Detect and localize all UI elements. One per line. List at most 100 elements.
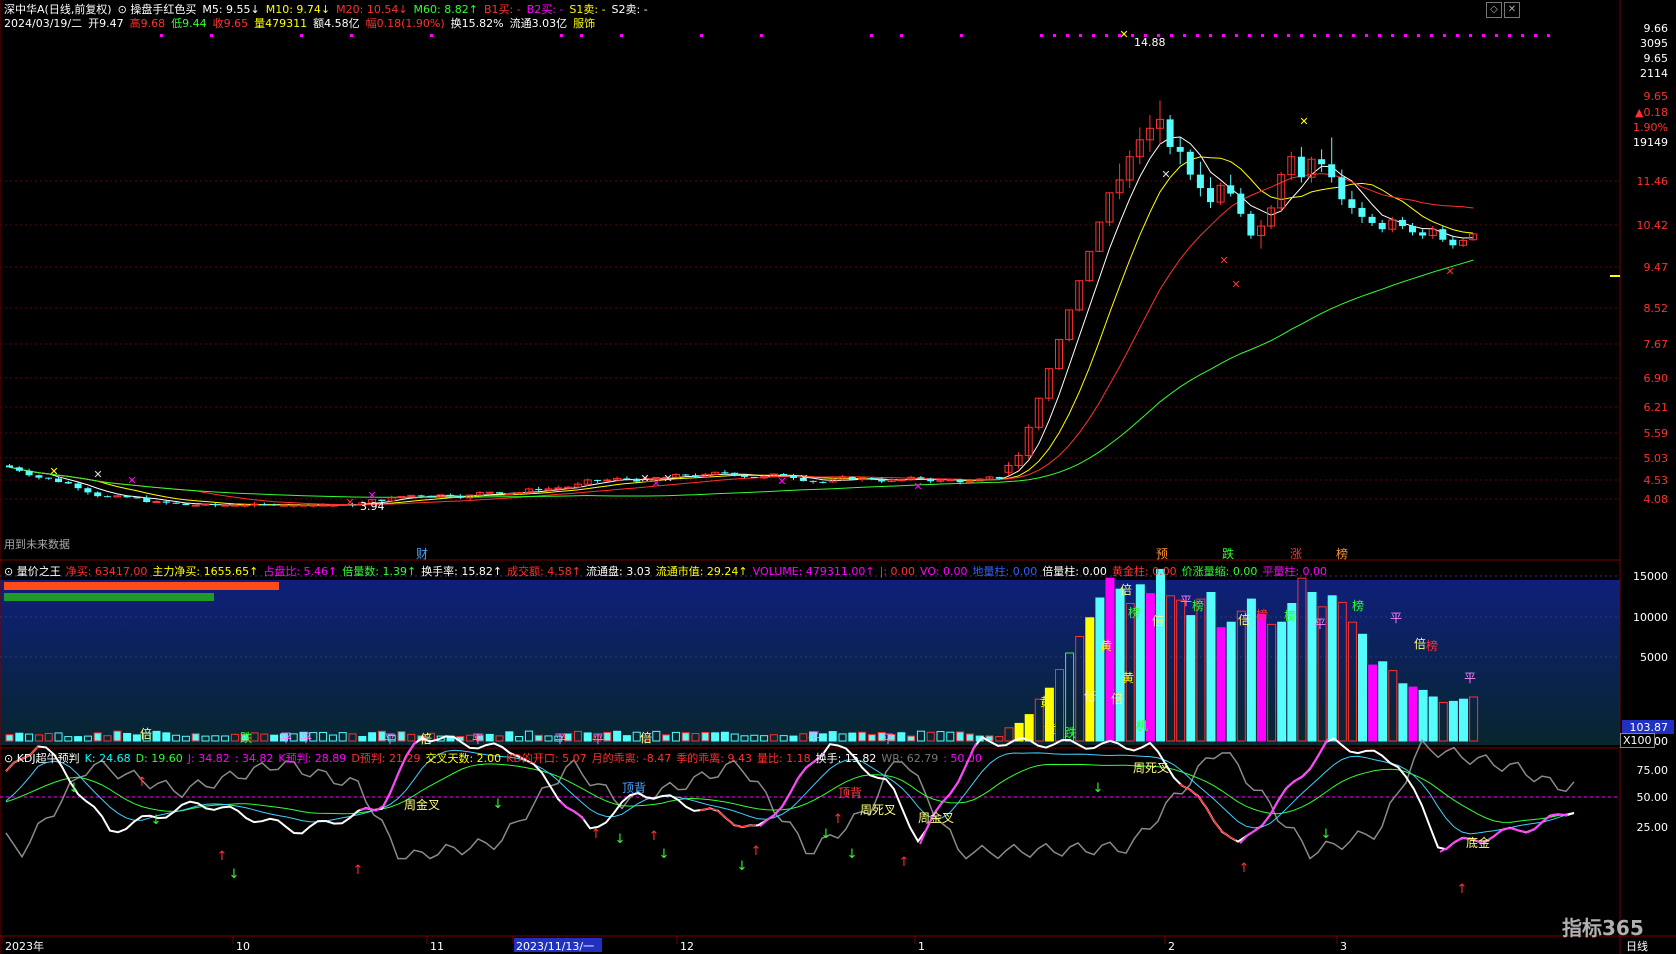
candle-body <box>1186 151 1194 175</box>
signal-x-icon: ✕ <box>1161 168 1170 181</box>
dot-marker <box>870 34 873 37</box>
candle-body <box>1358 207 1366 217</box>
candle-body <box>1419 232 1427 236</box>
header-field: 月的乖离: -8.47 <box>591 752 672 765</box>
candle-body <box>633 478 641 482</box>
volume-bar <box>1378 661 1388 742</box>
kdj-arrow-icon: ↓ <box>229 867 240 882</box>
candle-body <box>270 504 278 506</box>
volume-tag: 黄 <box>1100 639 1112 653</box>
candle-body <box>554 487 563 490</box>
candle-body <box>1318 159 1326 165</box>
high-price-label: 14.88 <box>1134 36 1166 49</box>
volume-tag: 平 <box>1464 671 1476 685</box>
volume-bar <box>113 730 122 742</box>
candle-body <box>104 496 111 498</box>
header-field: K: 24.68 <box>84 752 131 765</box>
header-field: 占盘比: 5.46↑ <box>263 565 338 578</box>
price-axis-label: 1.90% <box>1633 121 1668 134</box>
volume-bar <box>681 732 690 742</box>
kdj-arrow-icon: ↑ <box>1239 861 1250 876</box>
header-field: 净买: 63417.00 <box>65 565 148 578</box>
candle-body <box>417 495 425 497</box>
main-chart-canvas[interactable]: ✕ ✕ ✕✕✕✕ ✕ ✕ ✕ ✕✕✕✕✕✕✕✕ 倍榜平 榜倍倍榜榜平榜平倍 榜黄黄倍黄 倍机平倍跌… <box>0 0 1676 954</box>
header-field: 平量柱: 0.00 <box>1262 565 1328 578</box>
price-axis-label: 5.59 <box>1644 427 1669 440</box>
kdj-arrow-icon: ↓ <box>493 797 504 812</box>
volume-tag: 倍 <box>1414 636 1426 651</box>
candle-body <box>152 501 161 504</box>
volume-tag: 榜 <box>1128 605 1140 620</box>
volume-bar <box>505 731 514 742</box>
signal-x-icon: ✕ <box>1299 115 1308 128</box>
dot-marker <box>1352 34 1355 37</box>
candle-body <box>1166 119 1174 147</box>
signal-x-icon: ✕ <box>345 496 354 509</box>
candle-body <box>123 495 131 498</box>
volume-bar <box>1115 588 1125 742</box>
volume-bar <box>897 732 906 742</box>
volume-bar <box>358 736 367 742</box>
kdj-annotation: 周死叉 <box>1133 761 1169 775</box>
dot-marker <box>1534 34 1537 37</box>
volume-bar <box>534 734 543 742</box>
volume-tag: 倍 <box>1152 613 1164 628</box>
header-field: WR: 62.79 <box>881 752 939 765</box>
volume-tag: 榜 <box>1256 607 1268 622</box>
signal-x-icon: ✕ <box>127 474 136 487</box>
header-field: 黄金柱: 0.00 <box>1111 565 1177 578</box>
candle-body <box>1409 226 1416 233</box>
header-field: 地量柱: 0.00 <box>972 565 1038 578</box>
volume-bar <box>858 731 867 742</box>
dot-marker <box>1196 34 1199 37</box>
candle-body <box>603 479 612 482</box>
volume-bar <box>613 730 622 742</box>
date-label: 11 <box>430 940 444 953</box>
candle-body <box>1378 222 1386 230</box>
volume-bar <box>1095 597 1105 742</box>
date-label: 1 <box>918 940 925 953</box>
candle-body <box>819 481 827 483</box>
volume-tag: 倍 <box>640 730 652 745</box>
candle-body <box>1176 146 1184 152</box>
price-axis-label: 8.52 <box>1644 302 1669 315</box>
price-axis-label: 4.53 <box>1644 474 1669 487</box>
kdj-arrow-icon: ↑ <box>1457 882 1468 897</box>
kdj-arrow-icon: ↓ <box>659 847 670 862</box>
date-label: 3 <box>1340 940 1347 953</box>
kdj-axis-label: 25.00 <box>1637 821 1669 834</box>
dot-marker <box>1365 34 1368 37</box>
header-field: KD的开口: 5.07 <box>506 752 587 765</box>
candle-body <box>1196 174 1204 189</box>
volume-tag: 平 <box>808 730 820 744</box>
header-field: 流通市值: 29.24↑ <box>655 565 748 578</box>
price-axis-label: 6.21 <box>1644 401 1669 414</box>
volume-bar <box>1206 592 1216 742</box>
volume-bar <box>15 732 24 742</box>
candlesticks <box>6 100 1478 508</box>
candle-body <box>927 478 935 482</box>
kdj-arrow-icon: ↓ <box>737 859 748 874</box>
candle-body <box>505 493 514 496</box>
candle-body <box>133 497 141 499</box>
candle-body <box>1247 213 1255 236</box>
candle-body <box>750 476 758 478</box>
dot-marker <box>1391 34 1394 37</box>
volume-axis-label: 15000 <box>1633 570 1668 583</box>
kdj-annotation: 底金 <box>1466 835 1490 850</box>
header-field: VOLUME: 479311.00↑ <box>752 565 875 578</box>
kdj-arrow-icon: ↑ <box>217 849 228 864</box>
header-field: 换手: 15.82 <box>815 752 877 765</box>
candle-body <box>447 494 454 497</box>
volume-tag: 榜 <box>1352 598 1364 613</box>
candle-body <box>897 479 906 482</box>
kdj-axis-label: 50.00 <box>1637 791 1669 804</box>
volume-panel-header: ⊙ 量价之王 净买: 63417.00 主力净买: 1655.65↑ 占盘比: 5.4… <box>4 563 1332 579</box>
price-axis-label: 19149 <box>1633 136 1668 149</box>
signal-x-icon: ✕ <box>777 475 786 488</box>
price-axis-label: 4.08 <box>1644 493 1669 506</box>
volume-bar <box>828 731 837 742</box>
dot-marker <box>1092 34 1095 37</box>
volume-tag: 黄 <box>1122 671 1134 685</box>
date-label: 2023/11/13/一 <box>516 940 594 953</box>
